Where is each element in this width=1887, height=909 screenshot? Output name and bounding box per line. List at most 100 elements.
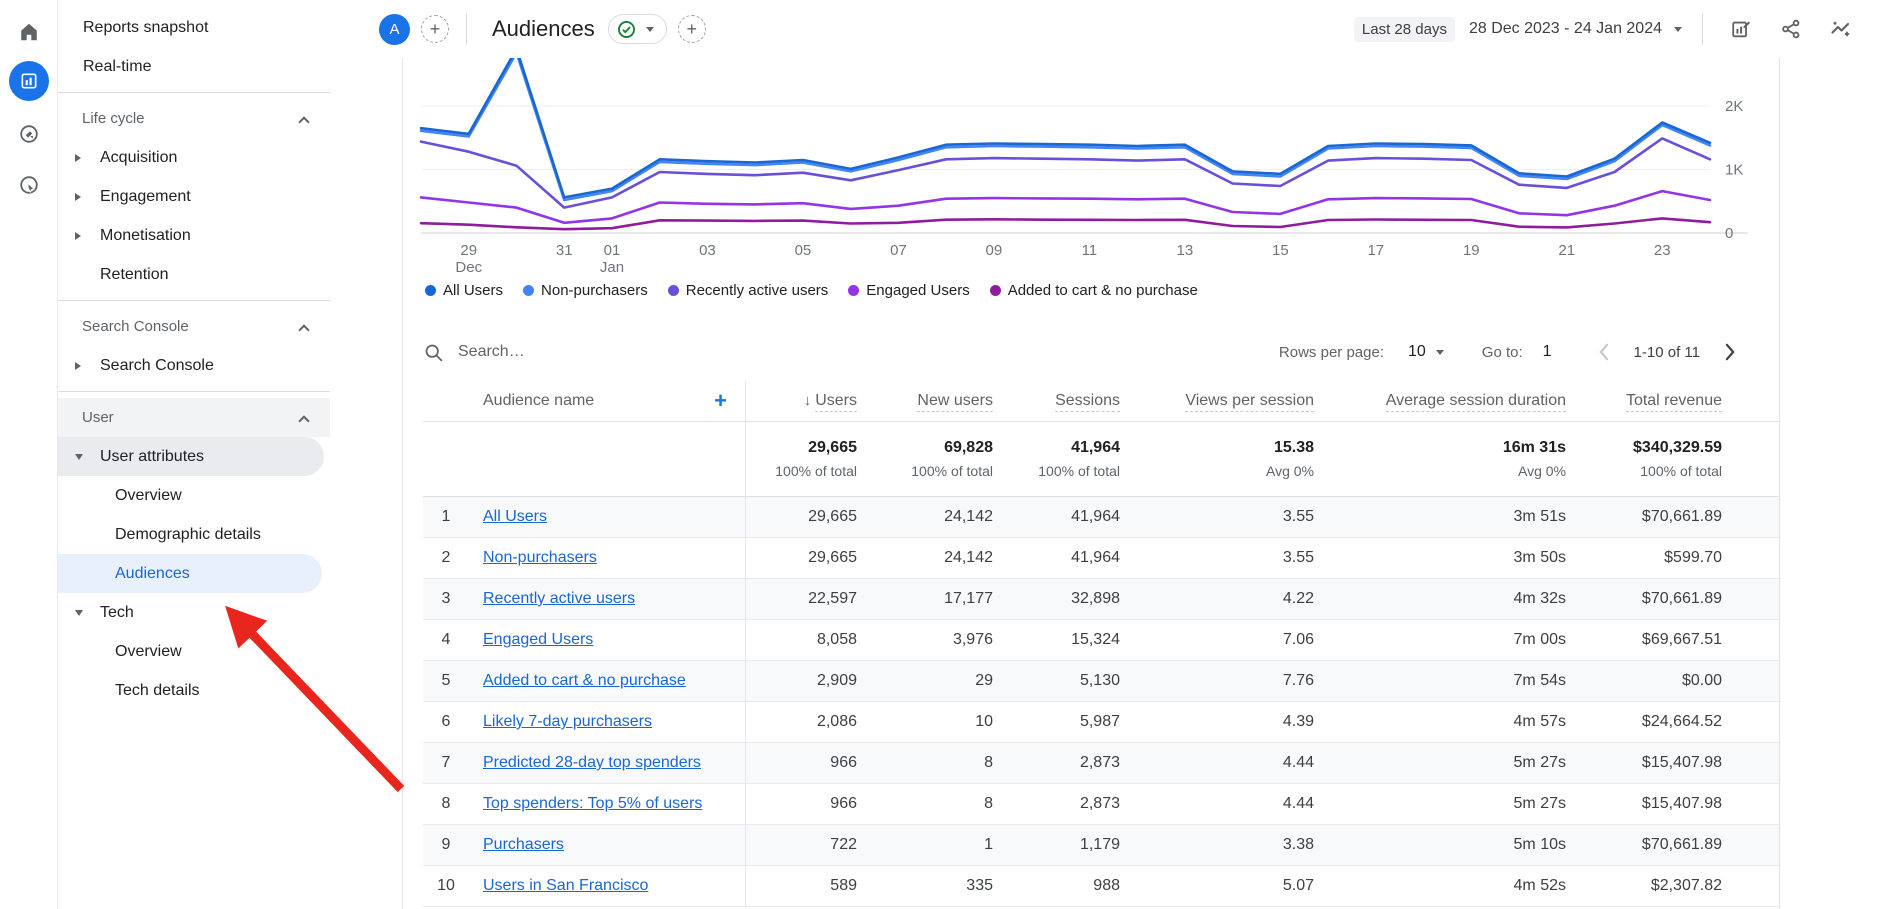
- search-input[interactable]: [458, 343, 778, 361]
- totals-duration: 16m 31sAvg 0%: [1314, 439, 1566, 479]
- users-cell: 29,665: [745, 508, 857, 526]
- sidebar-item-engagement[interactable]: Engagement: [58, 177, 330, 216]
- explore-icon[interactable]: [9, 114, 49, 154]
- edit-report-icon[interactable]: [1723, 11, 1759, 47]
- insights-icon[interactable]: [1823, 11, 1859, 47]
- reports-icon[interactable]: [9, 61, 49, 101]
- check-circle-icon: [617, 20, 636, 39]
- views-per-session-cell: 3.55: [1120, 549, 1314, 567]
- audience-link[interactable]: Recently active users: [483, 590, 635, 607]
- svg-text:17: 17: [1367, 242, 1384, 259]
- table-row: 1All Users29,66524,14241,9643.553m 51s$7…: [423, 497, 1779, 538]
- prev-page-button[interactable]: [1590, 338, 1618, 366]
- sidebar-section-life-cycle[interactable]: Life cycle: [58, 99, 330, 138]
- svg-text:21: 21: [1558, 242, 1575, 259]
- home-icon[interactable]: [9, 12, 49, 52]
- total-revenue-cell: $24,664.52: [1566, 713, 1722, 731]
- audience-link[interactable]: Likely 7-day purchasers: [483, 713, 652, 730]
- left-nav-rail: [0, 0, 58, 909]
- sidebar-item-tech-details[interactable]: Tech details: [58, 671, 330, 710]
- sidebar-item-audiences-selected[interactable]: Audiences: [58, 554, 322, 593]
- column-header-sessions[interactable]: Sessions: [993, 392, 1120, 410]
- row-number: 5: [423, 672, 469, 690]
- avatar[interactable]: A: [379, 14, 410, 45]
- legend-item: Engaged Users: [848, 282, 969, 299]
- audience-link[interactable]: Users in San Francisco: [483, 877, 648, 894]
- totals-new-users: 69,828100% of total: [857, 439, 993, 479]
- sessions-cell: 988: [993, 877, 1120, 895]
- audience-link[interactable]: All Users: [483, 508, 547, 525]
- table-row: 4Engaged Users8,0583,97615,3247.067m 00s…: [423, 620, 1779, 661]
- legend-item: Recently active users: [668, 282, 829, 299]
- new-users-cell: 8: [857, 795, 993, 813]
- sidebar-item-tech[interactable]: Tech: [58, 593, 330, 632]
- sessions-cell: 32,898: [993, 590, 1120, 608]
- sidebar-item-label: Overview: [115, 487, 182, 504]
- next-page-button[interactable]: [1716, 338, 1744, 366]
- users-cell: 8,058: [745, 631, 857, 649]
- column-header-users[interactable]: ↓Users: [745, 392, 857, 410]
- audience-name-cell: Added to cart & no purchase: [469, 672, 745, 690]
- audience-link[interactable]: Top spenders: Top 5% of users: [483, 795, 702, 812]
- add-audience-button[interactable]: +: [714, 390, 727, 412]
- add-comparison-button[interactable]: +: [421, 15, 449, 43]
- audience-link[interactable]: Predicted 28-day top spenders: [483, 754, 701, 771]
- table-row: 7Predicted 28-day top spenders96682,8734…: [423, 743, 1779, 784]
- sidebar-item-user-attributes[interactable]: User attributes: [58, 437, 324, 476]
- audience-link[interactable]: Non-purchasers: [483, 549, 597, 566]
- report-status-pill[interactable]: [608, 14, 667, 44]
- column-header-audience-name[interactable]: Audience name +: [469, 390, 745, 412]
- total-revenue-cell: $15,407.98: [1566, 754, 1722, 772]
- column-header-views-per-session[interactable]: Views per session: [1120, 392, 1314, 410]
- column-header-total-revenue[interactable]: Total revenue: [1566, 392, 1722, 410]
- row-number: 9: [423, 836, 469, 854]
- audience-link[interactable]: Purchasers: [483, 836, 564, 853]
- sidebar-item-monetisation[interactable]: Monetisation: [58, 216, 330, 255]
- sidebar-item-label: User attributes: [100, 448, 204, 465]
- search-box[interactable]: [423, 342, 1279, 363]
- sidebar-item-demographic-details[interactable]: Demographic details: [58, 515, 330, 554]
- timeseries-chart: 2K1K029Dec3101Jan0305070911131517192123: [403, 58, 1781, 273]
- divider: [466, 13, 467, 45]
- rows-per-page-select[interactable]: 10: [1408, 343, 1426, 361]
- audience-link[interactable]: Engaged Users: [483, 631, 593, 648]
- sidebar-item-realtime[interactable]: Real-time: [58, 47, 330, 86]
- avg-session-duration-cell: 3m 51s: [1314, 508, 1566, 526]
- new-users-cell: 24,142: [857, 508, 993, 526]
- share-icon[interactable]: [1773, 11, 1809, 47]
- row-number: 2: [423, 549, 469, 567]
- sidebar-item-label: Retention: [100, 266, 169, 283]
- row-number: 7: [423, 754, 469, 772]
- sidebar-item-acquisition[interactable]: Acquisition: [58, 138, 330, 177]
- sidebar-item-label: Search Console: [100, 357, 214, 374]
- avg-session-duration-cell: 4m 52s: [1314, 877, 1566, 895]
- rows-per-page-caret[interactable]: [1436, 350, 1444, 355]
- svg-text:07: 07: [890, 242, 907, 259]
- sidebar-item-label: Monetisation: [100, 227, 191, 244]
- date-picker-caret[interactable]: [1674, 27, 1682, 32]
- views-per-session-cell: 4.44: [1120, 754, 1314, 772]
- sidebar-item-retention[interactable]: Retention: [58, 255, 330, 294]
- advertising-icon[interactable]: [9, 165, 49, 205]
- sidebar-item-reports-snapshot[interactable]: Reports snapshot: [58, 8, 330, 47]
- new-users-cell: 1: [857, 836, 993, 854]
- table-header-row: Audience name + ↓Users New users Session…: [423, 381, 1779, 422]
- legend-item: Added to cart & no purchase: [990, 282, 1198, 299]
- audience-link[interactable]: Added to cart & no purchase: [483, 672, 686, 689]
- column-header-avg-session-duration[interactable]: Average session duration: [1314, 392, 1566, 410]
- triangle-right-icon: [75, 232, 81, 240]
- pagination-controls: Rows per page: 10 Go to: 1 1-10 of 11: [1279, 338, 1744, 366]
- sidebar-item-ua-overview[interactable]: Overview: [58, 476, 330, 515]
- sidebar-section-search-console[interactable]: Search Console: [58, 307, 330, 346]
- page-title: Audiences: [492, 16, 595, 42]
- add-report-button[interactable]: +: [678, 15, 706, 43]
- sidebar-section-user[interactable]: User: [58, 398, 330, 437]
- legend-label: Non-purchasers: [541, 282, 648, 299]
- users-cell: 966: [745, 795, 857, 813]
- new-users-cell: 17,177: [857, 590, 993, 608]
- sidebar-item-search-console[interactable]: Search Console: [58, 346, 330, 385]
- goto-page-input[interactable]: 1: [1543, 343, 1552, 361]
- sidebar-item-tech-overview[interactable]: Overview: [58, 632, 330, 671]
- pagination-range: 1-10 of 11: [1634, 344, 1700, 361]
- column-header-new-users[interactable]: New users: [857, 392, 993, 410]
